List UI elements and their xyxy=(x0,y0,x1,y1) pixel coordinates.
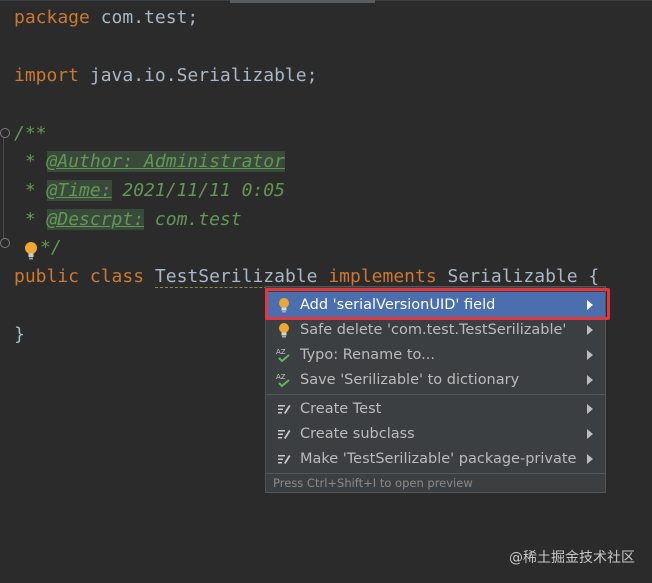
fold-toggle-icon[interactable] xyxy=(0,238,10,248)
doc-comment-author: * @Author: Administrator xyxy=(14,151,285,172)
doc-comment-close: */ xyxy=(40,237,62,258)
doc-comment-time: * @Time: 2021/11/11 0:05 xyxy=(14,180,285,201)
fold-guide xyxy=(3,132,4,240)
menu-footer-hint: Press Ctrl+Shift+I to open preview xyxy=(266,473,605,492)
bulb-icon xyxy=(276,322,292,338)
class-declaration: public class TestSerilizable implements … xyxy=(14,266,600,288)
submenu-arrow-icon xyxy=(587,428,593,439)
menu-item-save-to-dictionary[interactable]: AZ Save 'Serilizable' to dictionary xyxy=(266,367,605,392)
highlight-annotation xyxy=(265,288,610,320)
menu-item-create-subclass[interactable]: Create subclass xyxy=(266,421,605,446)
watermark: @稀土掘金技术社区 xyxy=(509,550,635,566)
submenu-arrow-icon xyxy=(587,374,593,385)
doc-comment-open: /** xyxy=(14,123,47,144)
code-line-package: package com.test; xyxy=(14,7,199,28)
edit-icon xyxy=(276,401,292,417)
spellcheck-icon: AZ xyxy=(276,347,292,363)
fold-toggle-icon[interactable] xyxy=(0,128,10,138)
edit-icon xyxy=(276,451,292,467)
doc-comment-descrpt: * @Descrpt: com.test xyxy=(14,209,242,230)
menu-item-typo-rename[interactable]: AZ Typo: Rename to... xyxy=(266,342,605,367)
menu-item-create-test[interactable]: Create Test xyxy=(266,396,605,421)
submenu-arrow-icon xyxy=(587,349,593,360)
submenu-arrow-icon xyxy=(587,403,593,414)
menu-item-safe-delete[interactable]: Safe delete 'com.test.TestSerilizable' xyxy=(266,317,605,342)
menu-separator xyxy=(266,394,605,395)
edit-icon xyxy=(276,426,292,442)
class-close-brace: } xyxy=(14,324,25,345)
class-name[interactable]: TestSerilizable xyxy=(154,266,318,288)
submenu-arrow-icon xyxy=(587,324,593,335)
code-line-import: import java.io.Serializable; xyxy=(14,65,318,86)
horizontal-scrollbar[interactable] xyxy=(230,0,375,3)
svg-text:AZ: AZ xyxy=(276,373,286,381)
svg-text:AZ: AZ xyxy=(276,348,286,356)
menu-item-make-package-private[interactable]: Make 'TestSerilizable' package-private xyxy=(266,446,605,471)
bulb-icon[interactable] xyxy=(24,241,38,261)
spellcheck-icon: AZ xyxy=(276,372,292,388)
submenu-arrow-icon xyxy=(587,453,593,464)
